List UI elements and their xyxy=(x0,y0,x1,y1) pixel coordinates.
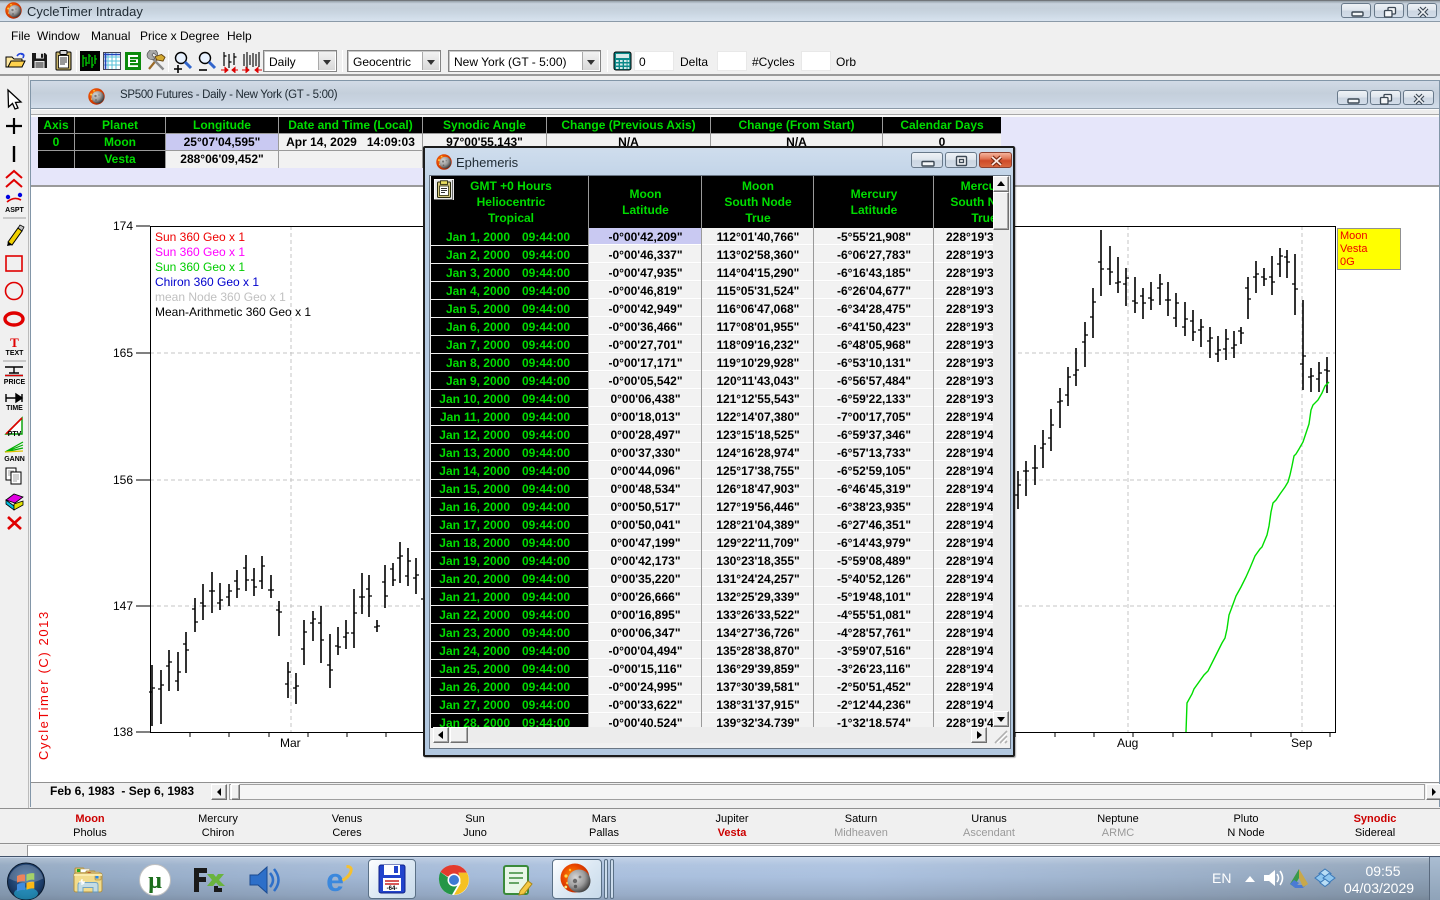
svg-text:GANN: GANN xyxy=(4,456,25,463)
svg-text:PRICE: PRICE xyxy=(4,379,26,386)
svg-text:T: T xyxy=(10,335,19,350)
svg-text:µ: µ xyxy=(148,868,162,894)
svg-text:TIME: TIME xyxy=(6,405,23,412)
svg-text:-64-: -64- xyxy=(387,886,398,892)
svg-text:TEXT: TEXT xyxy=(6,350,25,357)
svg-text:e: e xyxy=(326,863,344,897)
svg-text:PTV: PTV xyxy=(8,431,22,438)
svg-text:ASPT: ASPT xyxy=(5,207,24,214)
